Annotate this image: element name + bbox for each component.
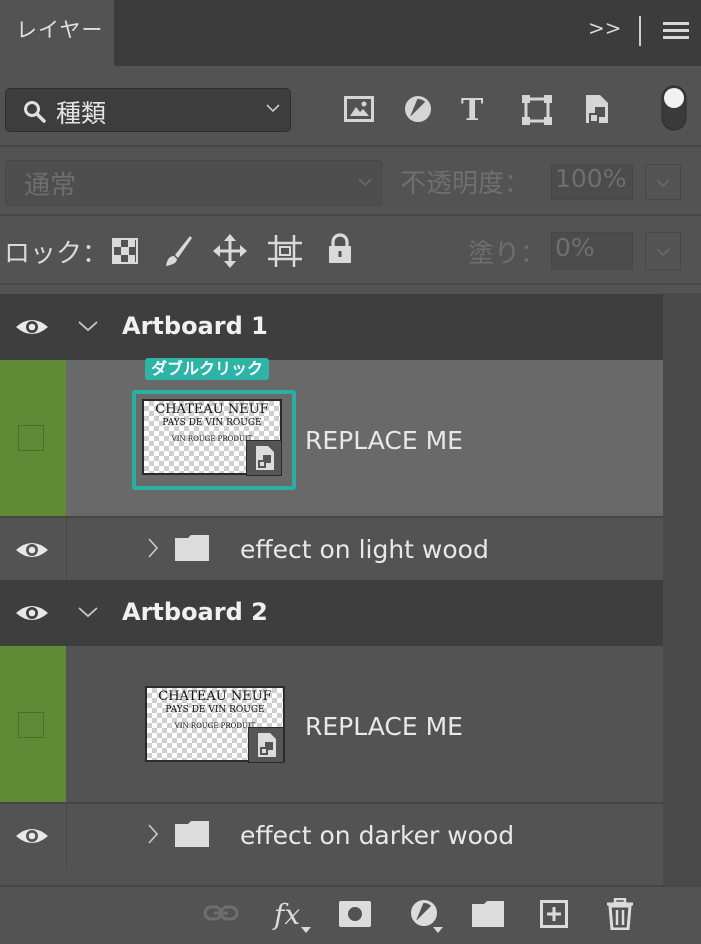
filter-kind-value: 種類	[56, 99, 107, 128]
chevron-down-icon	[358, 178, 372, 187]
column-divider	[66, 804, 67, 868]
annotation-label: ダブルクリック	[145, 358, 270, 380]
lock-position-move-icon[interactable]	[213, 234, 247, 268]
artboard-row[interactable]	[0, 580, 663, 646]
opacity-value: 100%	[555, 164, 627, 193]
eye-icon[interactable]	[15, 317, 49, 337]
tab-divider	[639, 16, 641, 46]
column-divider	[66, 518, 67, 580]
layer-style-fx-icon[interactable]: fx	[274, 898, 300, 931]
thumbnail-title: CHATEAU NEUF	[158, 689, 272, 704]
separator	[0, 283, 701, 285]
lock-artboard-icon[interactable]	[268, 235, 302, 267]
chevron-down-icon	[266, 104, 280, 113]
new-group-folder-icon[interactable]	[472, 901, 504, 927]
visibility-toggle[interactable]	[18, 425, 44, 451]
delete-layer-trash-icon[interactable]	[606, 898, 634, 930]
visibility-toggle[interactable]	[18, 712, 44, 738]
separator	[0, 145, 701, 147]
filter-shape-layers-icon[interactable]	[521, 94, 553, 126]
lock-all-icon[interactable]	[327, 233, 353, 265]
dropdown-triangle-icon	[433, 927, 443, 933]
lock-transparent-pixels-icon[interactable]	[112, 238, 138, 264]
new-adjustment-layer-icon[interactable]	[410, 899, 438, 927]
group-name[interactable]: effect on light wood	[240, 535, 489, 564]
separator	[0, 214, 701, 216]
filter-smart-objects-icon[interactable]	[583, 93, 611, 125]
layer-name[interactable]: REPLACE ME	[305, 712, 463, 741]
group-name[interactable]: effect on darker wood	[240, 821, 514, 850]
artboard-name: Artboard 1	[122, 312, 268, 340]
fill-label: 塗り：	[468, 239, 547, 269]
folder-icon	[175, 820, 211, 848]
search-icon	[23, 100, 47, 124]
tab-layers-label: レイヤー	[16, 18, 104, 42]
filter-type-layers-icon[interactable]: T	[461, 96, 483, 126]
add-mask-icon[interactable]	[339, 901, 371, 927]
opacity-label: 不透明度：	[400, 169, 531, 199]
filter-adjustment-layers-icon[interactable]	[404, 95, 432, 123]
panel-menu-icon[interactable]	[663, 22, 689, 40]
collapse-panel-button[interactable]: >>	[588, 16, 622, 40]
chevron-down-icon[interactable]	[78, 607, 98, 618]
layer-name[interactable]: REPLACE ME	[305, 426, 463, 455]
filter-kind-select[interactable]	[5, 88, 291, 132]
eye-icon[interactable]	[15, 603, 49, 623]
lock-image-pixels-brush-icon[interactable]	[163, 234, 193, 268]
artboard-row[interactable]	[0, 294, 663, 360]
filter-toggle-switch[interactable]	[661, 85, 687, 131]
chevron-down-icon	[656, 248, 670, 257]
chevron-right-icon[interactable]	[148, 538, 158, 558]
layers-scrollbar[interactable]	[663, 293, 701, 885]
link-layers-icon[interactable]	[203, 902, 239, 924]
filter-pixel-layers-icon[interactable]	[344, 95, 374, 123]
blend-mode-value: 通常	[24, 171, 77, 201]
chevron-down-icon	[656, 179, 670, 188]
double-click-highlight	[132, 390, 296, 490]
smart-object-badge-icon	[248, 727, 284, 763]
dropdown-triangle-icon	[301, 927, 311, 933]
chevron-right-icon[interactable]	[148, 824, 158, 844]
folder-icon	[175, 534, 211, 562]
thumbnail-subtitle: PAYS DE VIN ROUGE	[165, 705, 265, 715]
lock-label: ロック：	[4, 239, 109, 269]
eye-icon[interactable]	[15, 826, 49, 846]
chevron-down-icon[interactable]	[78, 321, 98, 332]
fill-value: 0%	[555, 233, 595, 262]
eye-icon[interactable]	[15, 540, 49, 560]
artboard-name: Artboard 2	[122, 598, 268, 626]
new-layer-icon[interactable]	[540, 900, 568, 928]
